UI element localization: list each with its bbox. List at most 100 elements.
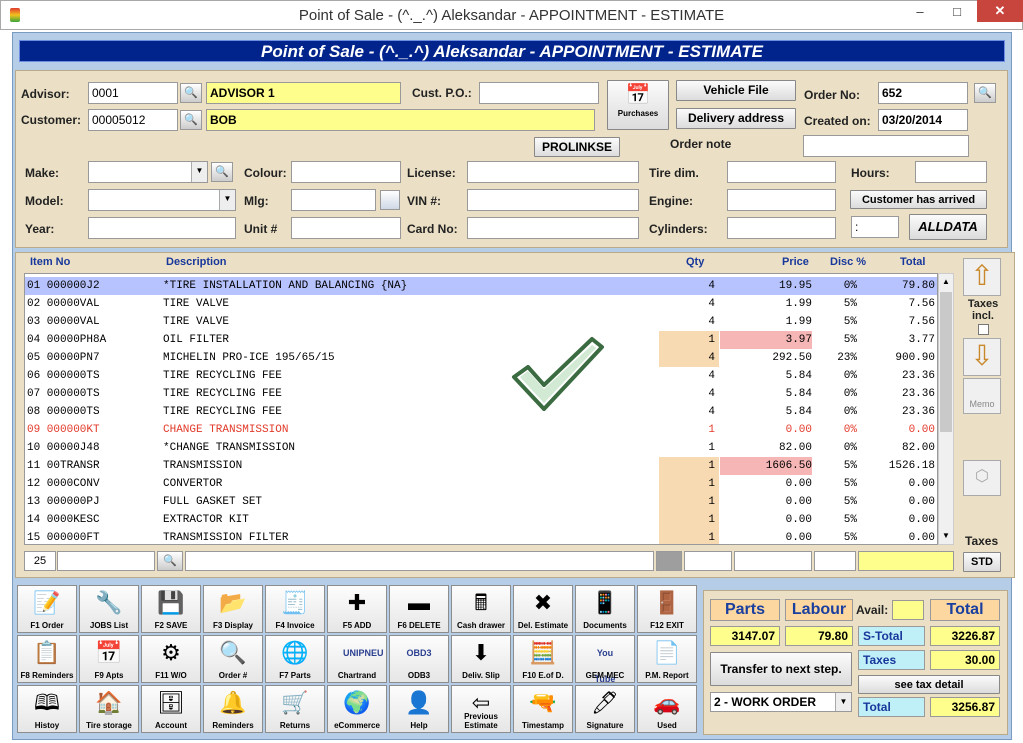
order-no-field[interactable]: 652 bbox=[878, 82, 968, 104]
unit-input[interactable] bbox=[291, 217, 401, 239]
item-search-icon[interactable]: 🔍 bbox=[157, 551, 183, 571]
table-row[interactable]: 07 000000TS TIRE RECYCLING FEE 4 5.84 0% 23.3… bbox=[25, 385, 937, 403]
advisor-search-icon[interactable]: 🔍 bbox=[180, 83, 202, 103]
account-button[interactable]: 🗄 Account bbox=[141, 685, 201, 733]
reminders-button[interactable]: 🔔 Reminders bbox=[203, 685, 263, 733]
disc-entry-input[interactable] bbox=[814, 551, 856, 571]
f3-display-button[interactable]: 📂 F3 Display bbox=[203, 585, 263, 633]
table-row[interactable]: 15 000000FT TRANSMISSION FILTER 1 0.00 5% 0.0… bbox=[25, 529, 937, 544]
history-button[interactable]: 🕮 Histoy bbox=[17, 685, 77, 733]
price-entry-input[interactable] bbox=[734, 551, 812, 571]
cust-po-input[interactable] bbox=[479, 82, 599, 104]
memo-button[interactable]: Memo bbox=[963, 378, 1001, 414]
transfer-next-step-button[interactable]: Transfer to next step. bbox=[710, 652, 852, 686]
customer-search-icon[interactable]: 🔍 bbox=[180, 110, 202, 130]
make-select[interactable]: ▼ bbox=[88, 161, 208, 183]
purchases-button[interactable]: 📅 Purchases bbox=[607, 80, 669, 130]
f7-parts-button[interactable]: 🌐 F7 Parts bbox=[265, 635, 325, 683]
engine-input[interactable] bbox=[727, 189, 836, 211]
documents-button[interactable]: 📱 Documents bbox=[575, 585, 635, 633]
hexagon-icon[interactable]: ⬡ bbox=[963, 460, 1001, 496]
f12-exit-button[interactable]: 🚪 F12 EXIT bbox=[637, 585, 697, 633]
table-row[interactable]: 13 000000PJ FULL GASKET SET 1 0.00 5% 0.00 bbox=[25, 493, 937, 511]
previous-estimate-button[interactable]: ⇦ Previous Estimate bbox=[451, 685, 511, 733]
year-input[interactable] bbox=[88, 217, 236, 239]
alldata-button[interactable]: ALLDATA bbox=[909, 214, 987, 240]
f2-save-button[interactable]: 💾 F2 SAVE bbox=[141, 585, 201, 633]
pm-report-button[interactable]: 📄 P.M. Report bbox=[637, 635, 697, 683]
time-field[interactable]: : bbox=[851, 216, 899, 238]
f1-order-button[interactable]: 📝 F1 Order bbox=[17, 585, 77, 633]
cylinders-input[interactable] bbox=[727, 217, 836, 239]
taxes-incl-checkbox[interactable] bbox=[978, 324, 989, 335]
scroll-down-icon[interactable]: ▼ bbox=[939, 528, 953, 544]
move-down-arrow-icon[interactable]: ⇩ bbox=[963, 338, 1001, 376]
move-up-arrow-icon[interactable]: ⇧ bbox=[963, 258, 1001, 296]
table-row[interactable]: 11 00TRANSR TRANSMISSION 1 1606.50 5% 1526.18 bbox=[25, 457, 937, 475]
gem-mec-button[interactable]: You Tube GEM-MEC bbox=[575, 635, 635, 684]
table-row[interactable]: 02 00000VAL TIRE VALVE 4 1.99 5% 7.56 bbox=[25, 295, 937, 313]
card-no-input[interactable] bbox=[467, 217, 639, 239]
f11-wo-button[interactable]: ⚙ F11 W/O bbox=[141, 635, 201, 683]
f6-delete-button[interactable]: ▬ F6 DELETE bbox=[389, 585, 449, 633]
table-row[interactable]: 03 00000VAL TIRE VALVE 4 1.99 5% 7.56 bbox=[25, 313, 937, 331]
cash-drawer-button[interactable]: 🖩 Cash drawer bbox=[451, 585, 511, 633]
del-estimate-button[interactable]: ✖ Del. Estimate bbox=[513, 585, 573, 633]
table-row[interactable]: 08 000000TS TIRE RECYCLING FEE 4 5.84 0% 23.3… bbox=[25, 403, 937, 421]
customer-code-input[interactable]: 00005012 bbox=[88, 109, 178, 131]
tire-dim-input[interactable] bbox=[727, 161, 836, 183]
tire-icon[interactable] bbox=[656, 551, 682, 571]
help-button[interactable]: 👤 Help bbox=[389, 685, 449, 733]
odb3-button[interactable]: OBD3 ODB3 bbox=[389, 635, 449, 683]
item-entry-input[interactable] bbox=[57, 551, 155, 571]
ecommerce-button[interactable]: 🌍 eCommerce bbox=[327, 685, 387, 733]
f5-add-button[interactable]: ✚ F5 ADD bbox=[327, 585, 387, 633]
table-row[interactable]: 09 000000KT CHANGE TRANSMISSION 1 0.00 0% 0.0… bbox=[25, 421, 937, 439]
customer-arrived-button[interactable]: Customer has arrived bbox=[850, 190, 987, 209]
close-button[interactable]: ✕ bbox=[977, 0, 1023, 22]
description-entry-input[interactable] bbox=[185, 551, 654, 571]
f8-reminders-button[interactable]: 📋 F8 Reminders bbox=[17, 635, 77, 683]
hours-input[interactable] bbox=[915, 161, 987, 183]
maximize-button[interactable]: □ bbox=[942, 1, 972, 22]
table-row[interactable]: 06 000000TS TIRE RECYCLING FEE 4 5.84 0% 23.3… bbox=[25, 367, 937, 385]
license-input[interactable] bbox=[467, 161, 639, 183]
order-type-select[interactable]: 2 - WORK ORDER ▼ bbox=[710, 692, 852, 712]
jobs-list-button[interactable]: 🔧 JOBS List bbox=[79, 585, 139, 633]
minimize-button[interactable]: – bbox=[905, 1, 935, 22]
std-button[interactable]: STD bbox=[963, 552, 1001, 572]
deliv-slip-button[interactable]: ⬇ Deliv. Slip bbox=[451, 635, 511, 683]
table-row[interactable]: 05 00000PN7 MICHELIN PRO-ICE 195/65/15 4 29… bbox=[25, 349, 937, 367]
used-button[interactable]: 🚗 Used bbox=[637, 685, 697, 733]
delivery-address-button[interactable]: Delivery address bbox=[676, 108, 796, 129]
scroll-up-icon[interactable]: ▲ bbox=[939, 274, 953, 290]
advisor-code-input[interactable]: 0001 bbox=[88, 82, 178, 104]
f4-invoice-button[interactable]: 🧾 F4 Invoice bbox=[265, 585, 325, 633]
order-search-icon[interactable]: 🔍 bbox=[974, 83, 996, 103]
tire-storage-button[interactable]: 🏠 Tire storage bbox=[79, 685, 139, 733]
f9-apts-button[interactable]: 📅 F9 Apts bbox=[79, 635, 139, 683]
see-tax-detail-button[interactable]: see tax detail bbox=[858, 675, 1000, 694]
table-row[interactable]: 12 0000CONV CONVERTOR 1 0.00 5% 0.00 bbox=[25, 475, 937, 493]
mlg-check-button[interactable] bbox=[380, 190, 400, 210]
grid-scrollbar[interactable]: ▲ ▼ bbox=[938, 273, 954, 545]
vehicle-file-button[interactable]: Vehicle File bbox=[676, 80, 796, 101]
table-row[interactable]: 10 00000J48 *CHANGE TRANSMISSION 1 82.00 0% 8… bbox=[25, 439, 937, 457]
make-search-icon[interactable]: 🔍 bbox=[211, 162, 233, 182]
colour-input[interactable] bbox=[291, 161, 401, 183]
order-note-input[interactable] bbox=[803, 135, 969, 157]
timestamp-button[interactable]: 🔫 Timestamp bbox=[513, 685, 573, 733]
table-row[interactable]: 01 000000J2 *TIRE INSTALLATION AND BALANC… bbox=[25, 277, 937, 295]
qty-entry-input[interactable] bbox=[684, 551, 732, 571]
chartrand-button[interactable]: UNIPNEU Chartrand bbox=[327, 635, 387, 683]
signature-button[interactable]: 🖊 Signature bbox=[575, 685, 635, 733]
f10-eod-button[interactable]: 🧮 F10 E.of D. bbox=[513, 635, 573, 683]
table-row[interactable]: 14 0000KESC EXTRACTOR KIT 1 0.00 5% 0.00 bbox=[25, 511, 937, 529]
scroll-thumb[interactable] bbox=[940, 292, 952, 432]
table-row[interactable]: 04 00000PH8A OIL FILTER 1 3.97 5% 3.77 bbox=[25, 331, 937, 349]
vin-input[interactable] bbox=[467, 189, 639, 211]
mlg-input[interactable] bbox=[291, 189, 376, 211]
order-number-button[interactable]: 🔍 Order # bbox=[203, 635, 263, 683]
returns-button[interactable]: 🛒 Returns bbox=[265, 685, 325, 733]
prolinkse-button[interactable]: PROLINKSE bbox=[534, 137, 620, 157]
